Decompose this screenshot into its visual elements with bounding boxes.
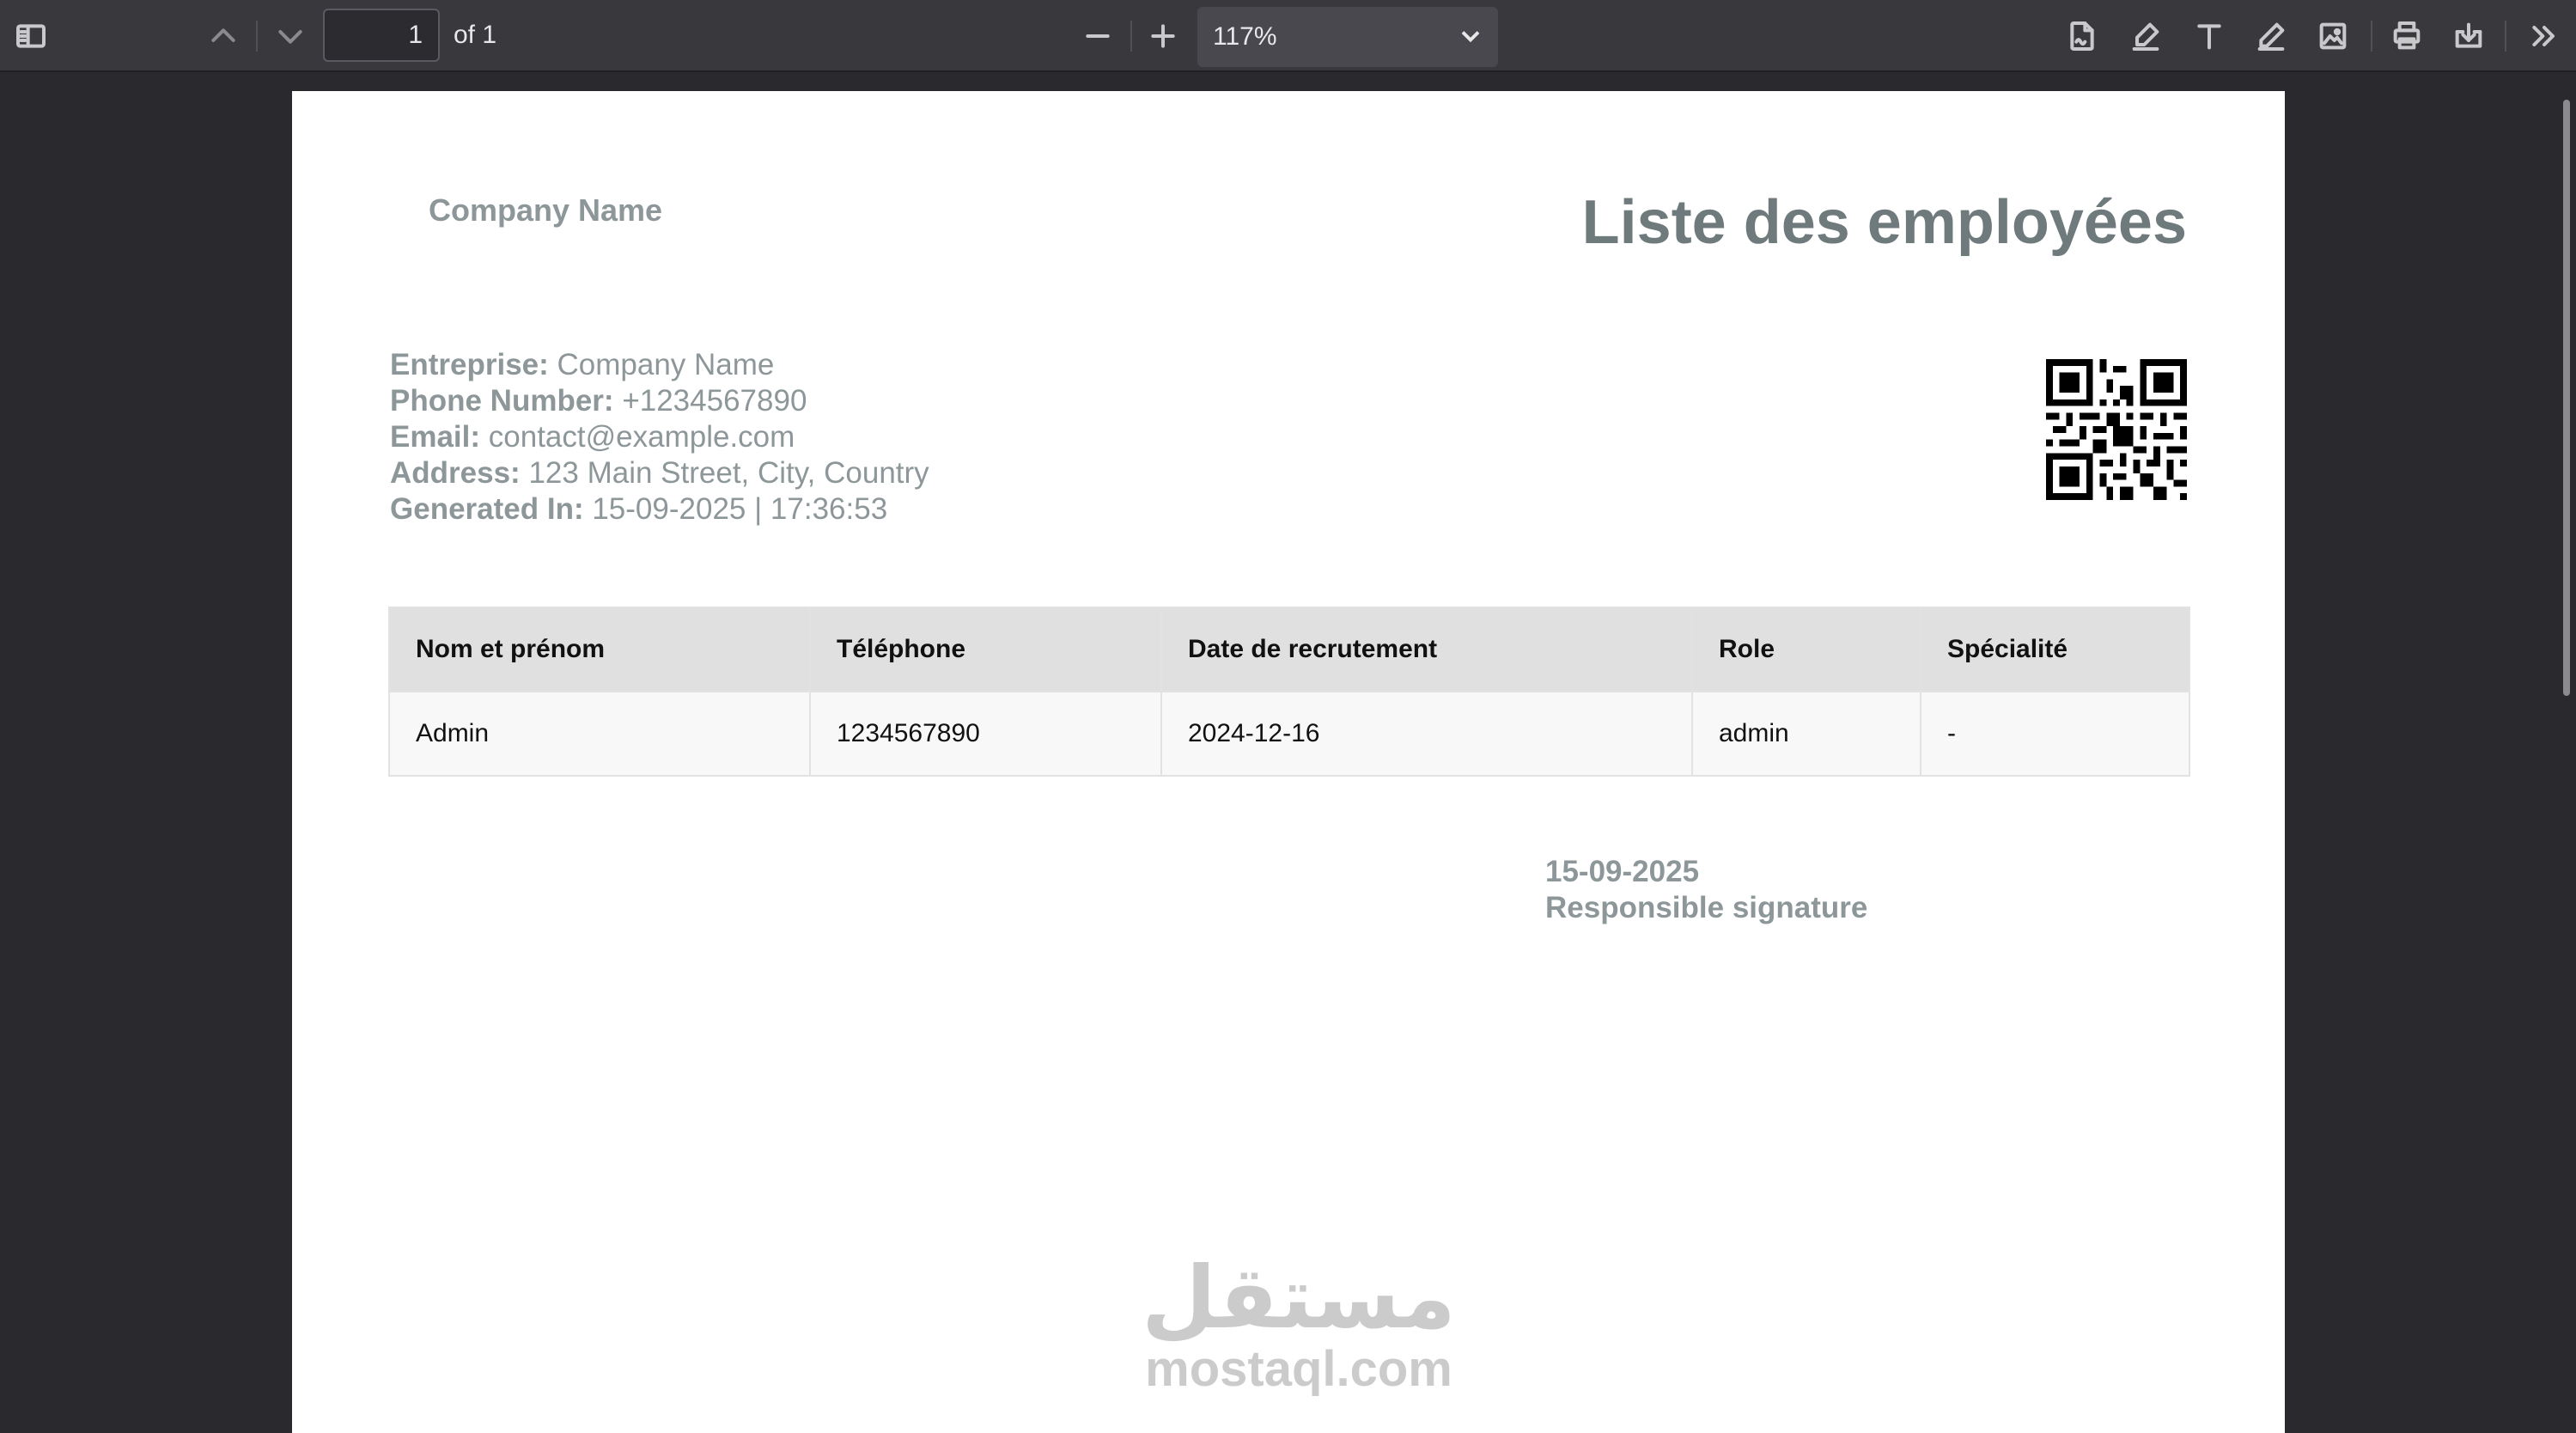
watermark-arabic: مستقل (1142, 1247, 1456, 1348)
info-line: Entreprise: Company Name (390, 348, 775, 381)
text-icon[interactable] (2190, 17, 2228, 55)
table-cell: - (1920, 691, 2190, 777)
info-line: Generated In: 15-09-2025 | 17:36:53 (390, 492, 888, 526)
table-cell: 2024-12-16 (1160, 691, 1693, 777)
print-icon[interactable] (2388, 17, 2426, 55)
employee-table: Nom et prénom Téléphone Date de recrutem… (388, 607, 2190, 777)
chevron-up-icon[interactable] (204, 17, 242, 55)
info-line: Address: 123 Main Street, City, Country (390, 456, 929, 490)
info-line: Email: contact@example.com (390, 420, 795, 454)
minus-icon[interactable] (1079, 17, 1117, 55)
col-header: Date de recrutement (1160, 607, 1693, 692)
signature-block: 15-09-2025 Responsible signature (1545, 854, 1867, 926)
pdf-page: Company Name Liste des employées Entrepr… (292, 91, 2285, 1433)
table-row: Admin 1234567890 2024-12-16 admin - (388, 691, 2190, 777)
col-header: Role (1691, 607, 1921, 692)
col-header: Téléphone (809, 607, 1162, 692)
more-tools-icon[interactable] (2525, 17, 2563, 55)
table-cell: Admin (388, 691, 811, 777)
pdf-toolbar: of 1 117% (0, 0, 2576, 72)
company-info: Entreprise: Company Name Phone Number: +… (390, 347, 929, 527)
chevron-down-icon[interactable] (271, 17, 309, 55)
vertical-scrollbar[interactable] (2563, 100, 2570, 696)
sidebar-toggle-icon[interactable] (12, 17, 50, 55)
toolbar-separator (1130, 21, 1132, 52)
page-title: Liste des employées (1581, 188, 2187, 257)
edit-signature-icon[interactable] (2063, 17, 2101, 55)
signature-label: Responsible signature (1545, 891, 1868, 924)
plus-icon[interactable] (1144, 17, 1182, 55)
zoom-select[interactable]: 117% (1197, 7, 1498, 67)
page-number-input[interactable] (323, 9, 440, 62)
col-header: Spécialité (1920, 607, 2190, 692)
image-icon[interactable] (2314, 17, 2352, 55)
highlight-icon[interactable] (2127, 17, 2165, 55)
col-header: Nom et prénom (388, 607, 811, 692)
qr-code (2046, 359, 2187, 500)
toolbar-separator (256, 21, 258, 52)
signature-date: 15-09-2025 (1545, 855, 1700, 888)
table-header-row: Nom et prénom Téléphone Date de recrutem… (388, 607, 2190, 692)
toolbar-separator (2505, 21, 2506, 52)
toolbar-separator (2371, 21, 2372, 52)
table-cell: admin (1691, 691, 1921, 777)
watermark: مستقل mostaql.com (1127, 1247, 1471, 1397)
zoom-value: 117% (1213, 22, 1277, 51)
watermark-latin: mostaql.com (1145, 1341, 1452, 1397)
page-total-label: of 1 (454, 21, 497, 49)
table-cell: 1234567890 (809, 691, 1162, 777)
chevron-down-icon (1455, 21, 1486, 58)
draw-icon[interactable] (2252, 17, 2290, 55)
company-logo: Company Name (428, 192, 663, 228)
download-icon[interactable] (2450, 17, 2488, 55)
info-line: Phone Number: +1234567890 (390, 384, 807, 418)
